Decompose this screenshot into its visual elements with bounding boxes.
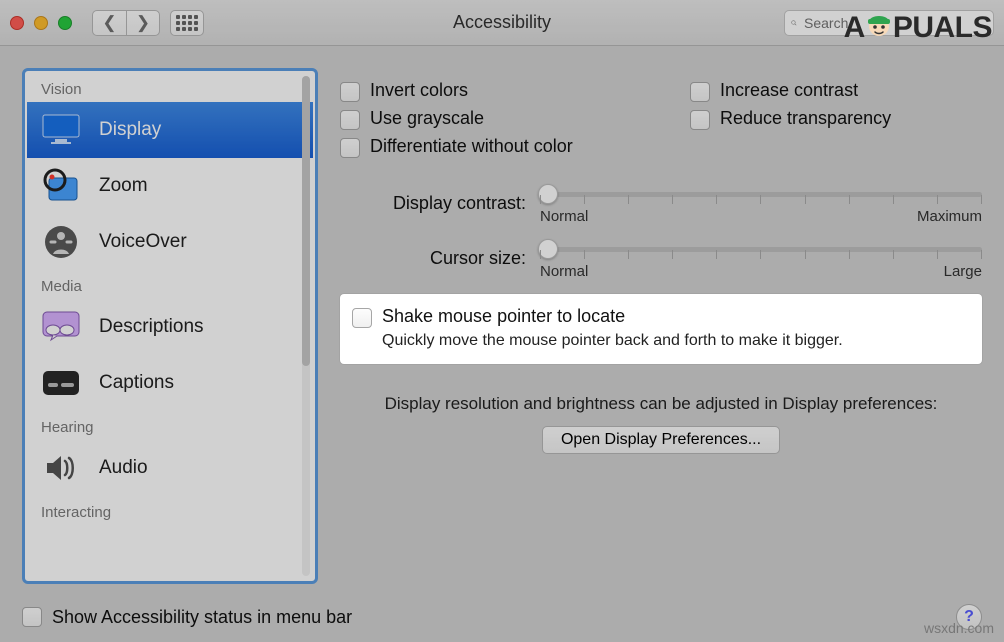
checkbox-label: Increase contrast: [720, 80, 858, 101]
resolution-note: Display resolution and brightness can be…: [340, 394, 982, 414]
checkbox[interactable]: [690, 82, 710, 102]
audio-icon: [41, 448, 81, 488]
checkbox[interactable]: [690, 110, 710, 130]
chevron-right-icon: ❯: [136, 13, 150, 33]
option-diff-without-color[interactable]: Differentiate without color: [340, 136, 690, 158]
checkbox-label: Invert colors: [370, 80, 468, 101]
slider-cursor-size: Cursor size: Normal Large: [340, 243, 982, 274]
slider-min-label: Normal: [540, 263, 588, 280]
sidebar-selection: Vision Display Zoom VoiceOver Media: [22, 68, 318, 584]
checkbox-label: Use grayscale: [370, 108, 484, 129]
back-button[interactable]: ❮: [92, 10, 126, 36]
checkbox-row[interactable]: Shake mouse pointer to locate: [352, 306, 966, 328]
slider-end-labels: Normal Maximum: [540, 208, 982, 225]
help-button[interactable]: ?: [956, 604, 982, 630]
forward-button[interactable]: ❯: [126, 10, 160, 36]
nav-group: ❮ ❯: [92, 10, 160, 36]
sidebar-item-audio[interactable]: Audio: [27, 440, 313, 496]
option-invert-colors[interactable]: Invert colors: [340, 80, 690, 102]
slider-max-label: Large: [944, 263, 982, 280]
sidebar-group-media: Media: [27, 270, 313, 299]
footer: Show Accessibility status in menu bar ?: [0, 592, 1004, 642]
sidebar-item-voiceover[interactable]: VoiceOver: [27, 214, 313, 270]
slider[interactable]: Normal Maximum: [540, 188, 982, 219]
option-description: Quickly move the mouse pointer back and …: [352, 332, 966, 350]
sidebar-group-interacting: Interacting: [27, 496, 313, 525]
display-icon: [41, 110, 81, 150]
sidebar-item-display[interactable]: Display: [27, 102, 313, 158]
sidebar-item-descriptions[interactable]: Descriptions: [27, 299, 313, 355]
sidebar-item-zoom[interactable]: Zoom: [27, 158, 313, 214]
minimize-window-button[interactable]: [34, 16, 48, 30]
option-shake-mouse: Shake mouse pointer to locate Quickly mo…: [340, 294, 982, 364]
slider-end-labels: Normal Large: [540, 263, 982, 280]
option-use-grayscale[interactable]: Use grayscale: [340, 108, 690, 130]
close-window-button[interactable]: [10, 16, 24, 30]
scrollbar-thumb[interactable]: [302, 76, 310, 366]
sidebar-item-captions[interactable]: Captions: [27, 355, 313, 411]
slider-max-label: Maximum: [917, 208, 982, 225]
descriptions-icon: [41, 307, 81, 347]
option-increase-contrast[interactable]: Increase contrast: [690, 80, 891, 102]
search-icon: [791, 16, 797, 30]
slider-display-contrast: Display contrast: Normal Maximum: [340, 188, 982, 219]
search-field[interactable]: [784, 10, 994, 36]
titlebar: ❮ ❯ Accessibility: [0, 0, 1004, 46]
option-reduce-transparency[interactable]: Reduce transparency: [690, 108, 891, 130]
panel-body: Vision Display Zoom VoiceOver Media: [0, 46, 1004, 592]
footer-label: Show Accessibility status in menu bar: [52, 607, 352, 628]
slider-ticks: [540, 250, 982, 259]
window-controls: [10, 16, 72, 30]
checkbox[interactable]: [340, 82, 360, 102]
scrollbar[interactable]: [302, 76, 310, 576]
grid-icon: [176, 15, 198, 31]
checkbox[interactable]: [340, 138, 360, 158]
checkbox-label: Shake mouse pointer to locate: [382, 306, 625, 327]
voiceover-icon: [41, 222, 81, 262]
content-area: Invert colors Use grayscale Differentiat…: [340, 68, 982, 584]
sidebar-group-hearing: Hearing: [27, 411, 313, 440]
captions-icon: [41, 363, 81, 403]
sidebar-item-label: Display: [99, 119, 161, 141]
sidebar-item-label: Audio: [99, 457, 148, 479]
search-input[interactable]: [802, 14, 987, 32]
sidebar-item-label: VoiceOver: [99, 231, 187, 253]
sidebar-item-label: Zoom: [99, 175, 148, 197]
zoom-icon: [41, 166, 81, 206]
slider-label: Cursor size:: [340, 248, 540, 269]
open-display-preferences-button[interactable]: Open Display Preferences...: [542, 426, 780, 454]
slider[interactable]: Normal Large: [540, 243, 982, 274]
checkbox-columns: Invert colors Use grayscale Differentiat…: [340, 80, 982, 164]
sidebar-group-vision: Vision: [27, 73, 313, 102]
checkbox[interactable]: [22, 607, 42, 627]
slider-min-label: Normal: [540, 208, 588, 225]
checkbox-label: Reduce transparency: [720, 108, 891, 129]
checkbox-label: Differentiate without color: [370, 136, 573, 157]
sidebar-item-label: Descriptions: [99, 316, 204, 338]
zoom-window-button[interactable]: [58, 16, 72, 30]
chevron-left-icon: ❮: [102, 13, 116, 33]
slider-label: Display contrast:: [340, 193, 540, 214]
checkbox[interactable]: [352, 308, 372, 328]
show-all-button[interactable]: [170, 10, 204, 36]
slider-ticks: [540, 195, 982, 204]
checkbox[interactable]: [340, 110, 360, 130]
sidebar[interactable]: Vision Display Zoom VoiceOver Media: [27, 73, 313, 579]
sidebar-item-label: Captions: [99, 372, 174, 394]
